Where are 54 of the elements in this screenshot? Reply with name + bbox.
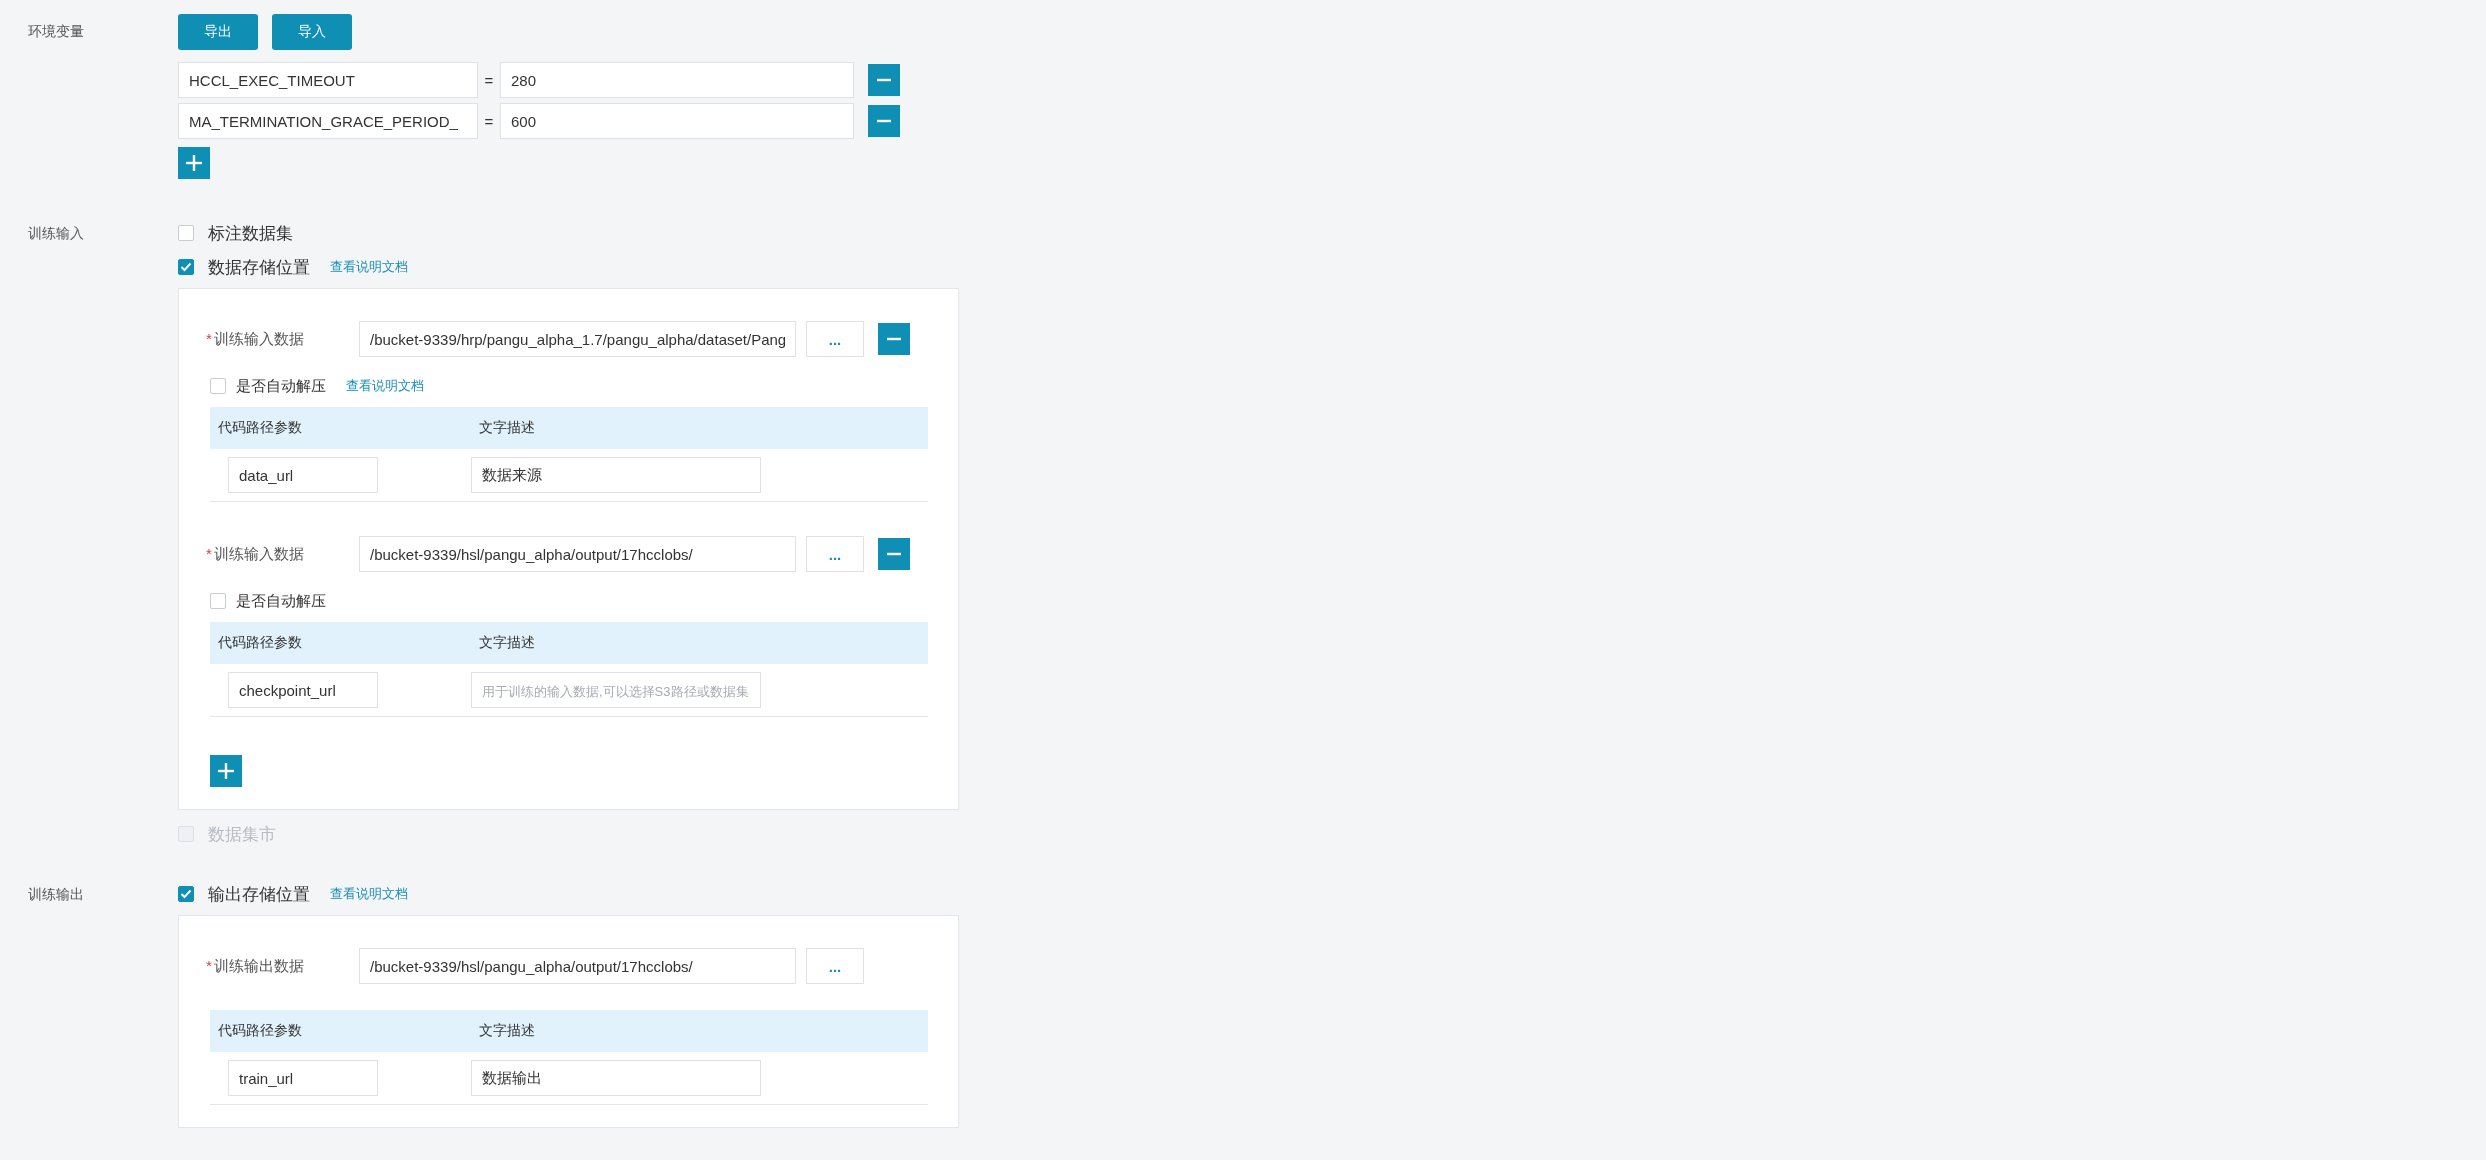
description-input[interactable]: 用于训练的输入数据,可以选择S3路径或数据集 — [471, 672, 761, 708]
value-input[interactable]: 600 — [500, 103, 854, 139]
plus-icon — [185, 154, 203, 172]
column-header: 代码路径参数 — [217, 634, 303, 652]
field-label: *训练输入数据 — [206, 544, 305, 564]
key-input[interactable]: HCCL_EXEC_TIMEOUT — [178, 62, 478, 98]
param-input[interactable]: train_url — [228, 1060, 378, 1096]
remove-button[interactable] — [878, 538, 910, 570]
field-label: *训练输出数据 — [206, 956, 305, 976]
section-label: 训练输入 — [28, 225, 84, 243]
section-label: 环境变量 — [28, 23, 84, 41]
value-input[interactable]: 280 — [500, 62, 854, 98]
checkbox[interactable] — [178, 886, 194, 902]
remove-button[interactable] — [868, 105, 900, 137]
checkbox[interactable] — [178, 259, 194, 275]
checkbox[interactable] — [210, 378, 226, 394]
help-link[interactable]: 查看说明文档 — [330, 885, 408, 903]
checkbox-label: 数据集市 — [208, 823, 276, 846]
column-header: 文字描述 — [478, 1022, 536, 1040]
equals-sign: = — [483, 112, 495, 130]
description-input[interactable]: 数据来源 — [471, 457, 761, 493]
checkbox[interactable] — [210, 593, 226, 609]
plus-icon — [217, 762, 235, 780]
param-input[interactable]: checkpoint_url — [228, 672, 378, 708]
column-header: 代码路径参数 — [217, 419, 303, 437]
add-button[interactable] — [210, 755, 242, 787]
remove-button[interactable] — [878, 323, 910, 355]
column-header: 代码路径参数 — [217, 1022, 303, 1040]
checkbox-label: 是否自动解压 — [236, 376, 326, 396]
field-label: *训练输入数据 — [206, 329, 305, 349]
path-input[interactable]: /bucket-9339/hsl/pangu_alpha/output/17hcclobs/ — [359, 948, 796, 984]
browse-button[interactable]: ... — [806, 536, 864, 572]
param-input[interactable]: data_url — [228, 457, 378, 493]
add-button[interactable] — [178, 147, 210, 179]
remove-button[interactable] — [868, 64, 900, 96]
help-link[interactable]: 查看说明文档 — [330, 258, 408, 276]
key-input[interactable]: MA_TERMINATION_GRACE_PERIOD_ — [178, 103, 478, 139]
help-link[interactable]: 查看说明文档 — [346, 377, 424, 395]
checkbox[interactable] — [178, 225, 194, 241]
checkbox-label: 标注数据集 — [208, 222, 293, 245]
description-input[interactable]: 数据输出 — [471, 1060, 761, 1096]
checkbox-label: 是否自动解压 — [236, 591, 326, 611]
action-button[interactable]: 导入 — [272, 14, 352, 50]
path-input[interactable]: /bucket-9339/hsl/pangu_alpha/output/17hcclobs/ — [359, 536, 796, 572]
path-input[interactable]: /bucket-9339/hrp/pangu_alpha_1.7/pangu_alpha/dataset/Pang — [359, 321, 796, 357]
equals-sign: = — [483, 71, 495, 89]
checkbox-label: 数据存储位置 — [208, 256, 310, 279]
action-button[interactable]: 导出 — [178, 14, 258, 50]
browse-button[interactable]: ... — [806, 321, 864, 357]
checkbox-label: 输出存储位置 — [208, 883, 310, 906]
browse-button[interactable]: ... — [806, 948, 864, 984]
section-label: 训练输出 — [28, 886, 84, 904]
column-header: 文字描述 — [478, 419, 536, 437]
column-header: 文字描述 — [478, 634, 536, 652]
